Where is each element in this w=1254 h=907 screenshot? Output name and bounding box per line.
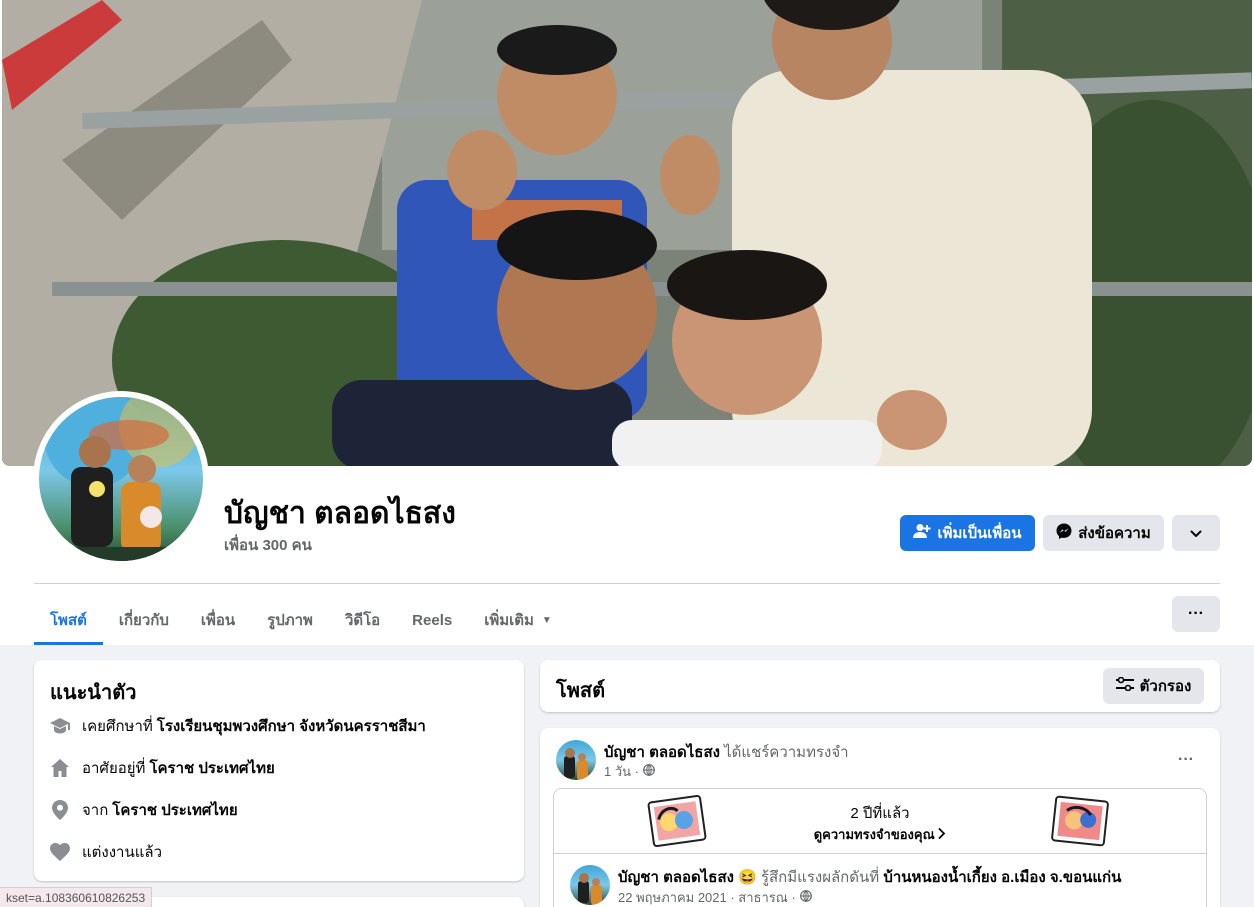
shared-post-feeling: รู้สึกมีแรงผลักดันที่ (760, 869, 880, 886)
intro-from-prefix: จาก (82, 802, 109, 819)
shared-post: บัญชา ตลอดไธสง 😆 รู้สึกมีแรงผลักดันที่ บ… (553, 853, 1207, 907)
feeling-emoji-icon: 😆 (738, 869, 757, 886)
shared-post-time-text[interactable]: 22 พฤษภาคม 2021 · สาธารณ · (618, 887, 796, 907)
posts-title: โพสต์ (556, 680, 606, 702)
home-icon (50, 758, 70, 778)
intro-education-prefix: เคยศึกษาที่ (82, 718, 153, 735)
post-author-name[interactable]: บัญชา ตลอดไธสง (604, 744, 720, 761)
caret-down-icon: ▼ (541, 614, 552, 626)
messenger-icon (1056, 523, 1072, 543)
filter-sliders-icon (1115, 676, 1134, 695)
ellipsis-icon: ··· (1178, 751, 1194, 768)
intro-education: เคยศึกษาที่ โรงเรียนชุมพวงศึกษา จังหวัดน… (50, 714, 426, 738)
intro-lives-in-prefix: อาศัยอยู่ที่ (82, 760, 146, 777)
shared-post-header: บัญชา ตลอดไธสง 😆 รู้สึกมีแรงผลักดันที่ บ… (618, 865, 1121, 889)
post-timestamp: 1 วัน · (604, 761, 655, 782)
status-bar-url: kset=a.108360610826253 (0, 887, 153, 907)
intro-relationship-label: แต่งงานแล้ว (82, 844, 163, 861)
post-options-button[interactable]: ··· (1168, 742, 1204, 778)
cover-photo[interactable] (2, 0, 1252, 466)
profile-picture-art (39, 397, 203, 561)
tab-reels-label: Reels (412, 611, 453, 629)
add-friend-label: เพิ่มเป็นเพื่อน (937, 525, 1022, 542)
send-message-label: ส่งข้อความ (1078, 525, 1151, 542)
location-pin-icon (50, 800, 70, 820)
cover-photo-art (2, 0, 1252, 466)
shared-post-avatar[interactable] (570, 865, 610, 905)
tab-photos-label: รูปภาพ (267, 612, 313, 629)
tab-videos[interactable]: วิดีโอ (329, 596, 396, 644)
intro-card: แนะนำตัว เคยศึกษาที่ โรงเรียนชุมพวงศึกษา… (34, 660, 524, 881)
posts-header-card: โพสต์ ตัวกรอง (540, 660, 1220, 712)
add-friend-icon (913, 523, 931, 543)
chevron-down-icon (1190, 525, 1202, 542)
post-action-text: ได้แชร์ความทรงจำ (724, 744, 849, 761)
memory-link-label: ดูความทรงจำของคุณ (813, 827, 935, 842)
tab-about[interactable]: เกี่ยวกับ (103, 596, 185, 644)
tab-more[interactable]: เพิ่มเติม ▼ (468, 596, 568, 644)
intro-relationship: แต่งงานแล้ว (50, 840, 162, 864)
tab-posts-label: โพสต์ (50, 612, 87, 629)
post-card: บัญชา ตลอดไธสง ได้แชร์ความทรงจำ 1 วัน · … (540, 728, 1220, 907)
post-time-text[interactable]: 1 วัน · (604, 761, 639, 782)
shared-post-author[interactable]: บัญชา ตลอดไธสง (618, 869, 734, 886)
memory-link[interactable]: ดูความทรงจำของคุณ (554, 824, 1206, 845)
memory-illustration-right (1050, 794, 1111, 848)
shared-post-timestamp: 22 พฤษภาคม 2021 · สาธารณ · (618, 887, 812, 907)
intro-lives-in: อาศัยอยู่ที่ โคราช ประเทศไทย (50, 756, 275, 780)
memory-banner[interactable]: 2 ปีที่แล้ว ดูความทรงจำของคุณ (553, 788, 1207, 854)
tab-posts[interactable]: โพสต์ (34, 596, 103, 645)
shared-post-place[interactable]: บ้านหนองน้ำเกี้ยง อ.เมือง จ.ขอนแก่น (883, 869, 1121, 886)
tab-more-label: เพิ่มเติม (484, 612, 534, 629)
intro-lives-in-value[interactable]: โคราช ประเทศไทย (149, 756, 274, 780)
post-author-avatar[interactable] (556, 740, 596, 780)
globe-icon (643, 764, 655, 779)
filter-button[interactable]: ตัวกรอง (1103, 668, 1204, 704)
tab-about-label: เกี่ยวกับ (118, 612, 169, 629)
tab-videos-label: วิดีโอ (344, 612, 381, 629)
add-friend-button[interactable]: เพิ่มเป็นเพื่อน (900, 515, 1035, 551)
tab-photos[interactable]: รูปภาพ (251, 596, 329, 644)
filter-label: ตัวกรอง (1139, 678, 1192, 695)
tab-reels[interactable]: Reels (396, 596, 468, 644)
globe-icon (799, 890, 812, 905)
heart-icon (50, 842, 70, 862)
profile-picture[interactable] (39, 397, 203, 561)
profile-tabs: โพสต์ เกี่ยวกับ เพื่อน รูปภาพ วิดีโอ Ree… (34, 596, 568, 645)
intro-from-value[interactable]: โคราช ประเทศไทย (112, 798, 237, 822)
tab-friends-label: เพื่อน (200, 612, 236, 629)
profile-options-dropdown[interactable] (1172, 515, 1220, 551)
more-options-button[interactable]: ··· (1172, 596, 1220, 632)
intro-title: แนะนำตัว (50, 682, 137, 704)
header-divider (34, 583, 1220, 584)
chevron-right-icon (938, 827, 946, 842)
intro-education-value[interactable]: โรงเรียนชุมพวงศึกษา จังหวัดนครราชสีมา (157, 714, 426, 738)
send-message-button[interactable]: ส่งข้อความ (1043, 515, 1164, 551)
intro-from: จาก โคราช ประเทศไทย (50, 798, 238, 822)
friend-count[interactable]: เพื่อน 300 คน (224, 533, 312, 557)
graduation-cap-icon (50, 716, 70, 736)
tab-friends[interactable]: เพื่อน (185, 596, 251, 644)
ellipsis-icon: ··· (1188, 605, 1204, 622)
profile-name: บัญชา ตลอดไธสง (224, 497, 456, 530)
